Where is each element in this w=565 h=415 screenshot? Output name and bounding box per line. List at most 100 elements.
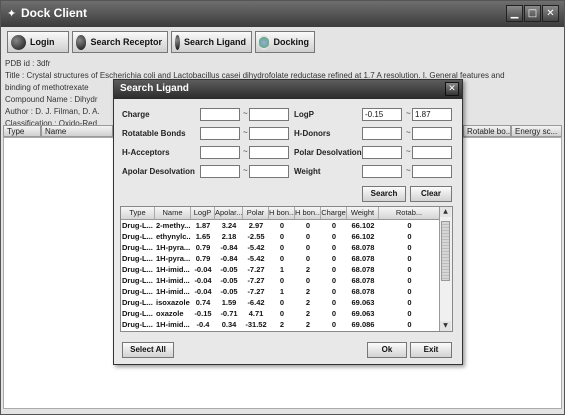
table-row[interactable]: Drug-L... oxazole -0.15 -0.71 4.71 0 2 0 69.063 0 — [121, 308, 440, 319]
h-donors-min-input[interactable] — [362, 127, 402, 140]
search-ligand-button[interactable]: Search Ligand — [171, 31, 252, 53]
table-cell: 2-methy... — [156, 221, 191, 230]
polar-desolvation-min-input[interactable] — [362, 146, 402, 159]
table-cell: 0 — [407, 232, 412, 241]
charge-max-input[interactable] — [249, 108, 289, 121]
table-cell: 1H-pyra... — [156, 254, 191, 263]
table-cell: 2.18 — [221, 232, 237, 241]
ok-button[interactable]: Ok — [367, 342, 407, 358]
table-cell: 0 — [331, 243, 337, 252]
table-cell: 0 — [407, 298, 412, 307]
select-all-button[interactable]: Select All — [122, 342, 174, 358]
logp-label: LogP — [294, 110, 314, 119]
exit-button[interactable]: Exit — [410, 342, 452, 358]
table-row[interactable]: Drug-L... isoxazole 0.74 1.59 -6.42 0 2 0 69.063… — [121, 297, 440, 308]
clear-button[interactable]: Clear — [410, 186, 452, 202]
table-row[interactable]: Drug-L... 1H-imid... -0.04 -0.05 -7.27 1 2 0 68.… — [121, 264, 440, 275]
table-cell: -0.04 — [194, 276, 212, 285]
table-cell: 68.078 — [351, 287, 375, 296]
table-cell: -0.84 — [220, 243, 238, 252]
dialog-titlebar[interactable]: Search Ligand ✕ — [114, 80, 462, 99]
table-cell: 68.078 — [351, 243, 375, 252]
apolar-desolvation-min-input[interactable] — [200, 165, 240, 178]
table-cell: 2.97 — [248, 221, 264, 230]
rotatable-bonds-label: Rotatable Bonds — [122, 129, 186, 138]
results-col-header[interactable]: Type — [121, 207, 155, 219]
polar-desolvation-max-input[interactable] — [412, 146, 452, 159]
dock-client-window: ✦ Dock Client ▁ □ ✕ Login Search Recepto… — [0, 0, 565, 415]
weight-label: Weight — [294, 167, 321, 176]
table-cell: 0 — [279, 276, 285, 285]
polar-desolvation-label: Polar Desolvation — [294, 148, 362, 157]
logp-min-input[interactable]: -0.15 — [362, 108, 402, 121]
bg-col-type[interactable]: Type — [3, 125, 41, 137]
table-row[interactable]: Drug-L... 1H-imid... -0.04 -0.05 -7.27 1 2 0 68.… — [121, 286, 440, 297]
results-col-header[interactable]: H bon... — [295, 207, 321, 219]
table-cell: 0.34 — [221, 320, 237, 329]
table-cell: 0 — [279, 298, 285, 307]
table-cell: isoxazole — [156, 298, 190, 307]
weight-max-input[interactable] — [412, 165, 452, 178]
table-cell: ethynylc... — [156, 232, 191, 241]
receptor-icon — [76, 34, 87, 50]
login-label: Login — [30, 37, 55, 47]
scroll-up-icon[interactable]: ▲ — [440, 207, 451, 217]
search-receptor-button[interactable]: Search Receptor — [72, 31, 168, 53]
search-button[interactable]: Search — [362, 186, 406, 202]
bg-col-name[interactable]: Name — [41, 125, 113, 137]
results-col-header[interactable]: Polar — [243, 207, 269, 219]
table-cell: 1.87 — [195, 221, 211, 230]
table-row[interactable]: Drug-L... ethynylc... 1.65 2.18 -2.55 0 0 0 66.1… — [121, 231, 440, 242]
login-button[interactable]: Login — [7, 31, 69, 53]
table-cell: 0 — [331, 221, 337, 230]
docking-button[interactable]: Docking — [255, 31, 315, 53]
h-donors-max-input[interactable] — [412, 127, 452, 140]
table-row[interactable]: Drug-L... 1H-pyra... 0.79 -0.84 -5.42 0 0 0 68.0… — [121, 242, 440, 253]
bg-col-energy[interactable]: Energy sc... — [511, 125, 562, 137]
table-cell: Drug-L... — [122, 254, 153, 263]
table-row[interactable]: Drug-L... 1H-pyra... 0.79 -0.84 -5.42 0 0 0 68.0… — [121, 253, 440, 264]
maximize-icon: □ — [527, 8, 538, 19]
table-cell: -7.27 — [247, 276, 265, 285]
table-cell: -0.04 — [194, 265, 212, 274]
h-acceptors-range-sep: ~ — [243, 147, 248, 156]
maximize-button[interactable]: □ — [524, 5, 541, 22]
table-cell: -0.4 — [196, 320, 210, 329]
weight-min-input[interactable] — [362, 165, 402, 178]
logp-max-input[interactable]: 1.87 — [412, 108, 452, 121]
h-donors-range-sep: ~ — [406, 128, 411, 137]
bg-col-rotable[interactable]: Rotable bo... — [463, 125, 511, 137]
h-acceptors-max-input[interactable] — [249, 146, 289, 159]
apolar-desolvation-max-input[interactable] — [249, 165, 289, 178]
table-cell: 69.086 — [351, 320, 375, 329]
results-col-header[interactable]: Apolar... — [215, 207, 243, 219]
minimize-button[interactable]: ▁ — [506, 5, 523, 22]
dialog-close-button[interactable]: ✕ — [445, 82, 459, 96]
scroll-down-icon[interactable]: ▼ — [440, 321, 451, 331]
close-button[interactable]: ✕ — [542, 5, 559, 22]
charge-min-input[interactable] — [200, 108, 240, 121]
results-col-header[interactable]: LogP — [191, 207, 215, 219]
results-col-header[interactable]: Rotab... — [379, 207, 440, 219]
table-cell: 2 — [305, 287, 311, 296]
table-cell: Drug-L... — [122, 276, 153, 285]
table-cell: 69.063 — [351, 309, 375, 318]
scroll-thumb[interactable] — [441, 221, 450, 281]
table-cell: 0 — [331, 232, 337, 241]
results-col-header[interactable]: Weight — [347, 207, 379, 219]
table-row[interactable]: Drug-L... 2-methy... 1.87 3.24 2.97 0 0 0 66.102… — [121, 220, 440, 231]
table-cell: 0 — [279, 309, 285, 318]
results-col-header[interactable]: H bon... — [269, 207, 295, 219]
table-cell: 0 — [331, 265, 337, 274]
h-acceptors-min-input[interactable] — [200, 146, 240, 159]
rotatable-bonds-max-input[interactable] — [249, 127, 289, 140]
results-scrollbar[interactable]: ▲ ▼ — [439, 207, 452, 331]
table-row[interactable]: Drug-L... 1H-imid... -0.4 0.34 -31.52 2 2 0 69.0… — [121, 319, 440, 330]
table-cell: 1H-imid... — [156, 287, 190, 296]
window-titlebar[interactable]: ✦ Dock Client ▁ □ ✕ — [1, 1, 564, 27]
table-cell: 2 — [305, 298, 311, 307]
table-row[interactable]: Drug-L... 1H-imid... -0.04 -0.05 -7.27 0 0 0 68.… — [121, 275, 440, 286]
results-col-header[interactable]: Charge — [321, 207, 347, 219]
results-col-header[interactable]: Name — [155, 207, 191, 219]
rotatable-bonds-min-input[interactable] — [200, 127, 240, 140]
